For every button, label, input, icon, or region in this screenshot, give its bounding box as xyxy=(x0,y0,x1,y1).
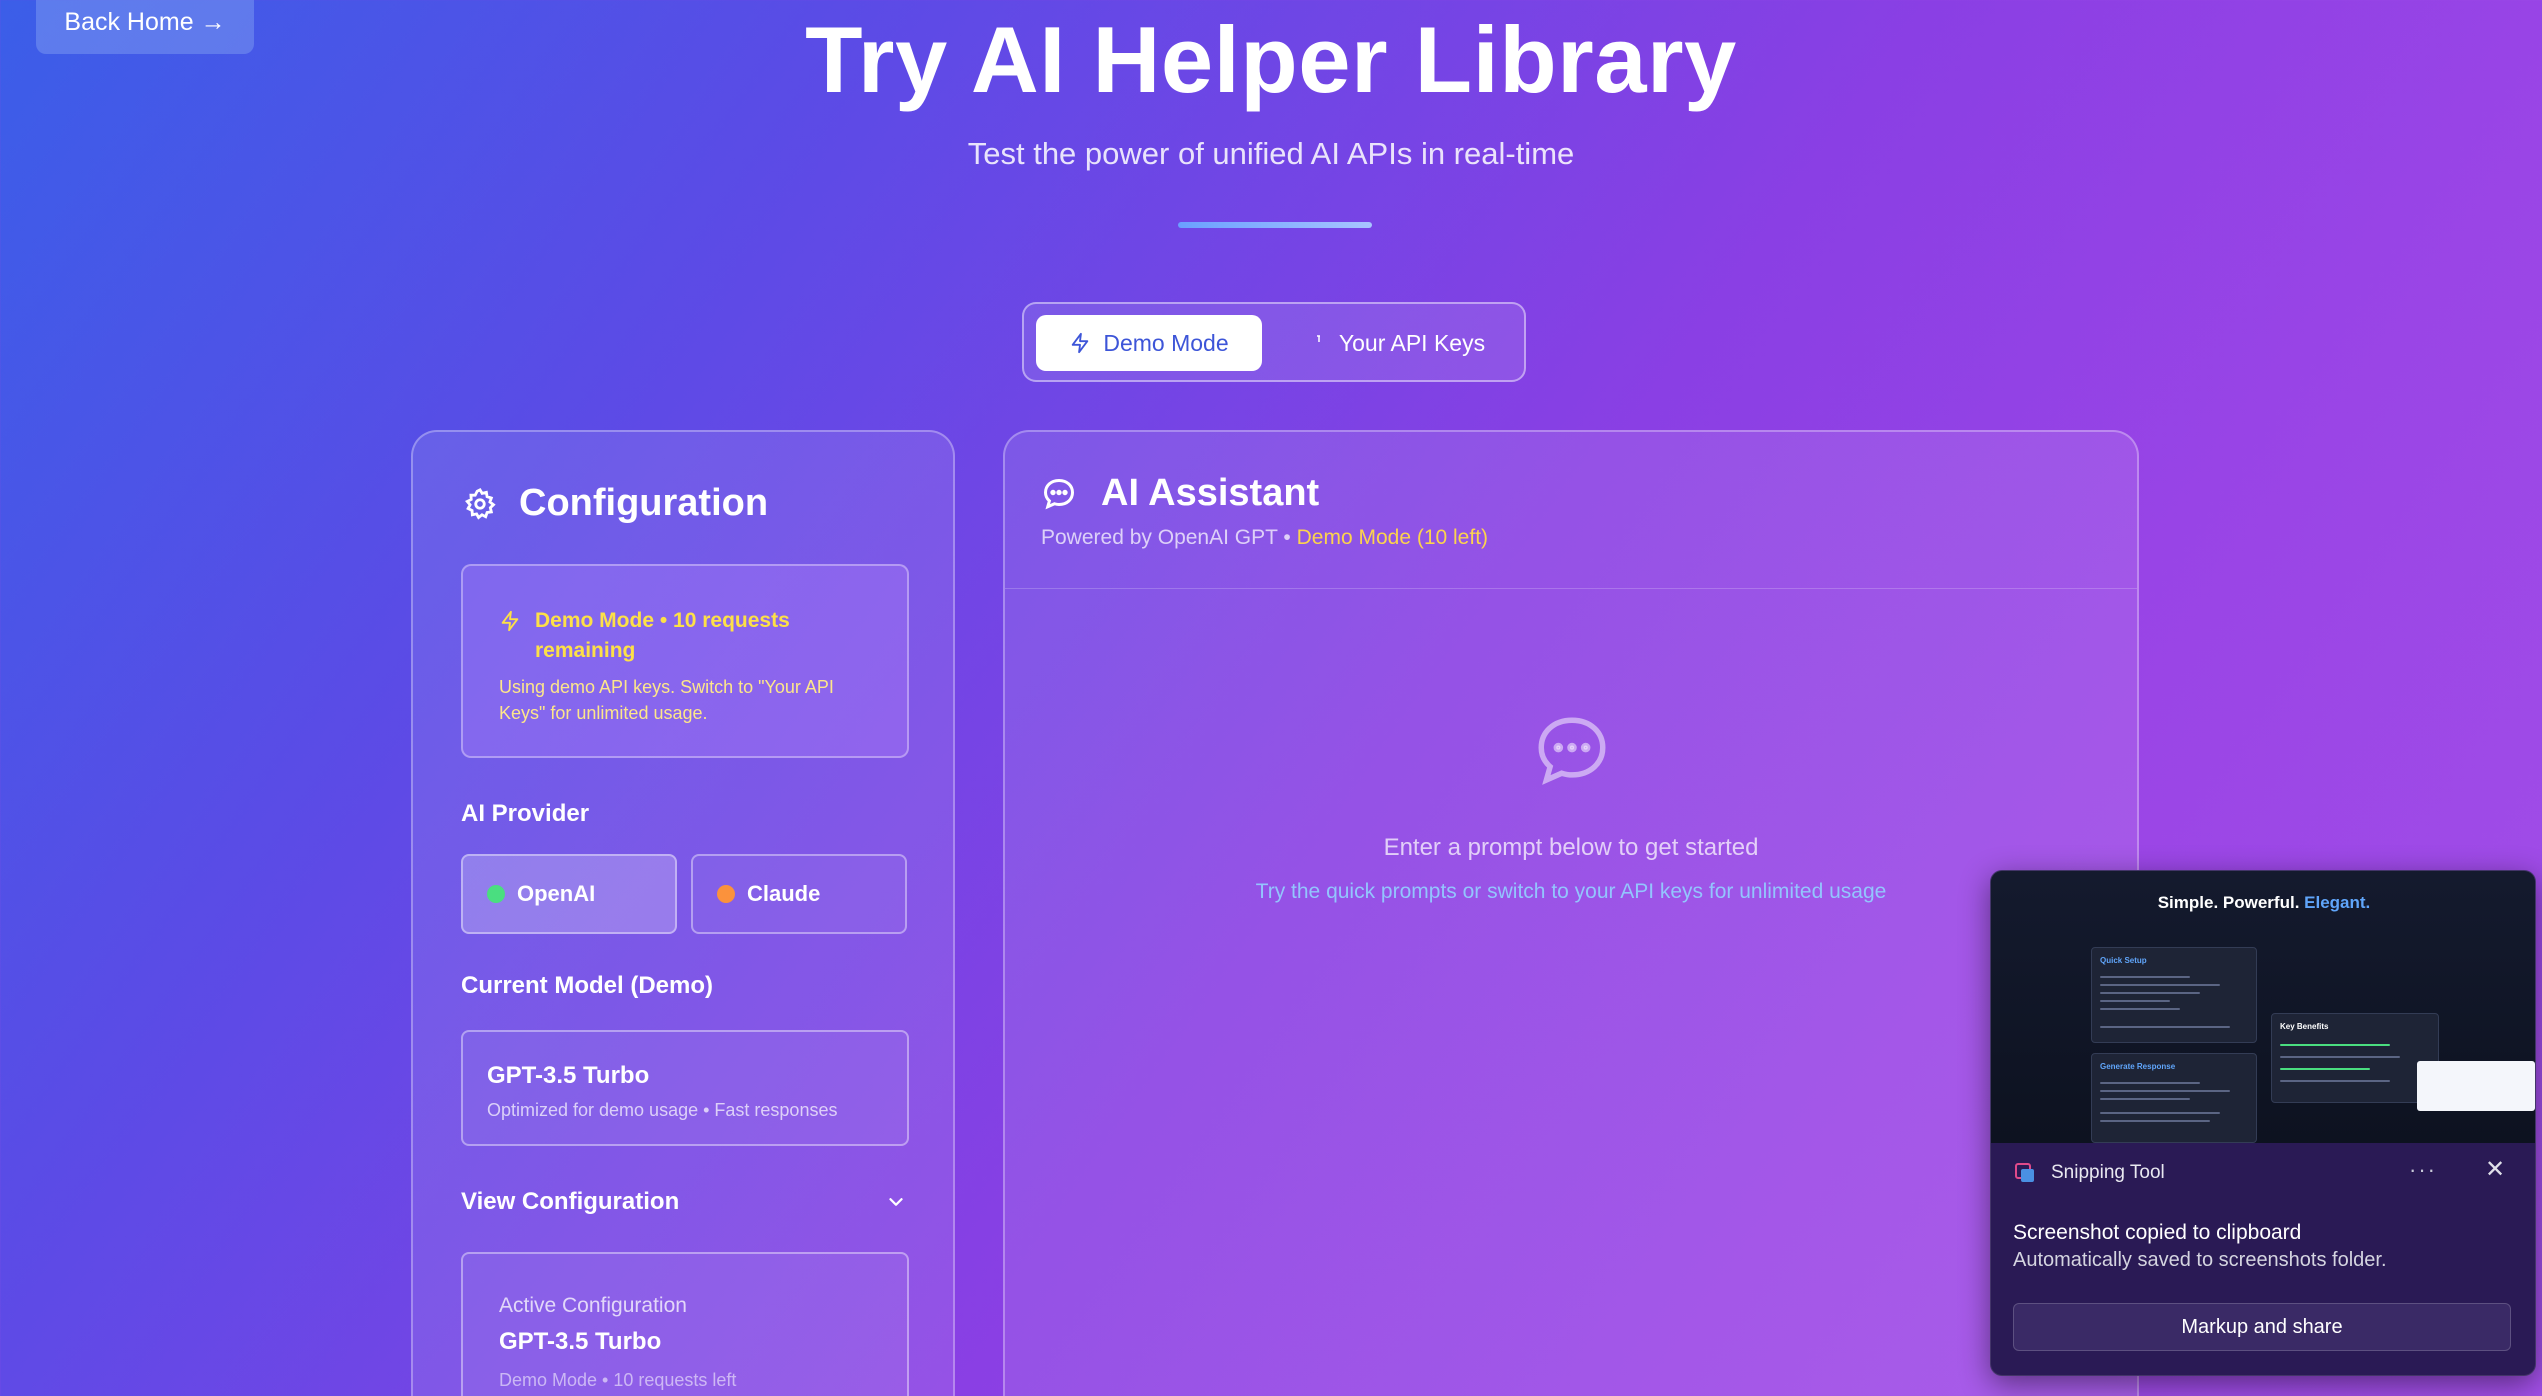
configuration-panel: Configuration Demo Mode • 10 requests re… xyxy=(411,430,955,1396)
preview-panel: Generate Response xyxy=(2091,1053,2257,1143)
powered-by-text: Powered by OpenAI GPT • xyxy=(1041,526,1291,549)
more-options-icon[interactable]: ··· xyxy=(2409,1157,2437,1183)
active-model-name: GPT-3.5 Turbo xyxy=(499,1328,662,1355)
lightning-icon xyxy=(501,610,519,632)
mode-status-text: Demo Mode (10 left) xyxy=(1296,526,1489,549)
view-configuration-toggle[interactable]: View Configuration xyxy=(461,1188,909,1216)
demo-mode-tab[interactable]: Demo Mode xyxy=(1036,315,1262,371)
markup-and-share-button[interactable]: Markup and share xyxy=(2013,1303,2511,1351)
title-divider xyxy=(1178,222,1372,228)
api-keys-label: Your API Keys xyxy=(1338,329,1486,356)
active-configuration-card: Active Configuration GPT-3.5 Turbo Demo … xyxy=(461,1252,909,1396)
provider-label: OpenAI xyxy=(517,881,596,906)
demo-notice: Demo Mode • 10 requests remaining Using … xyxy=(461,564,909,758)
assistant-title: AI Assistant xyxy=(1101,472,1320,514)
active-status: Demo Mode • 10 requests left xyxy=(499,1370,737,1390)
empty-state-hint: Try the quick prompts or switch to your … xyxy=(1255,880,1887,903)
key-icon xyxy=(1316,335,1320,342)
preview-panel: Key Benefits xyxy=(2271,1013,2439,1103)
chevron-down-icon xyxy=(889,1198,903,1206)
current-model-label: Current Model (Demo) xyxy=(461,972,713,999)
preview-panel: Quick Setup xyxy=(2091,947,2257,1043)
model-description: Optimized for demo usage • Fast response… xyxy=(487,1100,838,1120)
demo-mode-label: Demo Mode xyxy=(1103,329,1229,356)
model-card: GPT-3.5 Turbo Optimized for demo usage •… xyxy=(461,1030,909,1146)
view-configuration-label: View Configuration xyxy=(461,1188,680,1215)
empty-state-message: Enter a prompt below to get started xyxy=(1383,834,1759,861)
snipping-tool-notification[interactable]: Simple. Powerful. Elegant. Quick Setup K… xyxy=(1990,870,2536,1376)
preview-headline: Simple. Powerful. Elegant. xyxy=(2157,893,2371,912)
api-keys-tab[interactable]: Your API Keys xyxy=(1286,315,1512,371)
chat-bubble-icon xyxy=(1538,717,1606,785)
notification-app-name: Snipping Tool xyxy=(2051,1162,2165,1183)
model-name: GPT-3.5 Turbo xyxy=(487,1062,650,1089)
notification-text: Automatically saved to screenshots folde… xyxy=(2013,1249,2387,1271)
assistant-subtitle: Powered by OpenAI GPT • Demo Mode (10 le… xyxy=(1041,526,1488,550)
lightning-icon xyxy=(1072,332,1089,354)
provider-status-dot xyxy=(717,885,735,903)
provider-openai-button[interactable]: OpenAI xyxy=(461,854,677,934)
configuration-title: Configuration xyxy=(519,482,769,524)
assistant-panel: AI Assistant Powered by OpenAI GPT • Dem… xyxy=(1003,430,2139,1396)
preview-thumbnail xyxy=(2417,1061,2535,1111)
demo-notice-title: Demo Mode • 10 requests remaining xyxy=(535,609,790,662)
assistant-header: AI Assistant xyxy=(1041,472,1319,515)
chat-bubble-icon xyxy=(1043,478,1075,509)
provider-label: Claude xyxy=(747,881,821,906)
page-title: Try AI Helper Library xyxy=(805,7,1737,112)
snipping-tool-icon xyxy=(2015,1163,2034,1182)
screenshot-preview[interactable]: Simple. Powerful. Elegant. Quick Setup K… xyxy=(1991,871,2535,1143)
provider-status-dot xyxy=(487,885,505,903)
active-configuration-label: Active Configuration xyxy=(499,1294,687,1317)
configuration-header: Configuration xyxy=(463,482,768,525)
assistant-divider xyxy=(1005,588,2137,589)
gear-icon xyxy=(465,487,496,520)
demo-notice-text: Using demo API keys. Switch to "Your API… xyxy=(499,677,834,723)
provider-claude-button[interactable]: Claude xyxy=(691,854,907,934)
close-icon[interactable]: ✕ xyxy=(2485,1155,2505,1184)
mode-toggle: Demo Mode Your API Keys xyxy=(1022,302,1526,382)
demo-notice-header: Demo Mode • 10 requests remaining xyxy=(499,606,869,666)
notification-app: Snipping Tool xyxy=(2013,1161,2165,1185)
page-subtitle: Test the power of unified AI APIs in rea… xyxy=(967,136,1575,171)
notification-title: Screenshot copied to clipboard xyxy=(2013,1221,2302,1244)
ai-provider-label: AI Provider xyxy=(461,800,590,827)
